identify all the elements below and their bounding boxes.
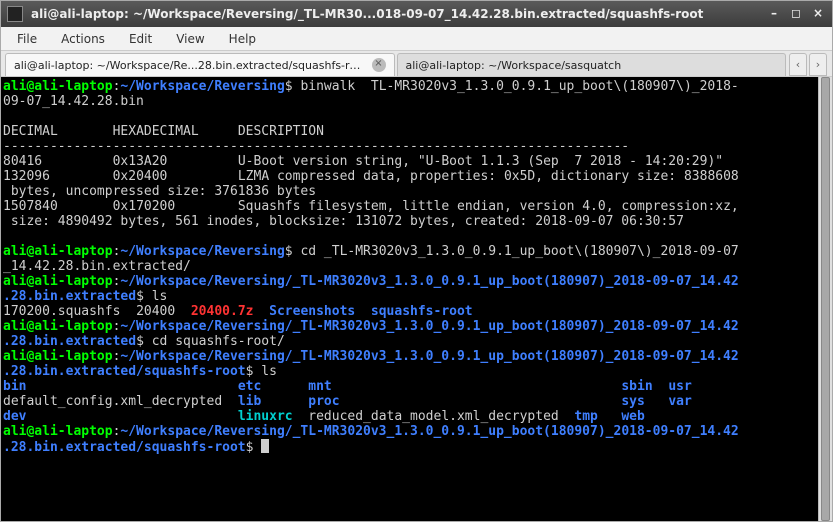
sq-bin: bin [3, 379, 26, 394]
ls-d1: Screenshots [269, 304, 355, 319]
r2-dec: 132096 [3, 169, 50, 184]
cmd-cd-sq: cd squashfs-root/ [152, 334, 285, 349]
hdr-dec: DECIMAL [3, 124, 58, 139]
prompt-user: ali@ali-laptop [3, 79, 113, 94]
menu-edit[interactable]: Edit [119, 30, 162, 48]
tabbar: ali@ali-laptop: ~/Workspace/Re...28.bin.… [1, 51, 832, 77]
r2-desc1: LZMA compressed data, properties: 0x5D, … [238, 169, 739, 184]
tab-scroll-right-icon[interactable]: › [809, 53, 827, 76]
r2-desc2: bytes, uncompressed size: 3761836 bytes [3, 184, 316, 199]
tab-0-label: ali@ali-laptop: ~/Workspace/Re...28.bin.… [14, 59, 366, 72]
sq-linuxrc: linuxrc [238, 409, 293, 424]
terminal-output[interactable]: ali@ali-laptop:~/Workspace/Reversing$ bi… [1, 77, 818, 521]
sq-etc: etc [238, 379, 261, 394]
window-title: ali@ali-laptop: ~/Workspace/Reversing/_T… [31, 7, 766, 21]
sq-var: var [668, 394, 691, 409]
menu-actions[interactable]: Actions [51, 30, 115, 48]
sq-lib: lib [238, 394, 261, 409]
cmd-binwalk: binwalk TL-MR3020v3_1.3.0_0.9.1_up_boot\… [300, 79, 738, 94]
tab-1-label: ali@ali-laptop: ~/Workspace/sasquatch [406, 59, 778, 72]
r1-desc: U-Boot version string, "U-Boot 1.1.3 (Se… [238, 154, 723, 169]
tab-0-close-icon[interactable]: × [372, 58, 386, 72]
app-icon [7, 6, 23, 22]
r3-desc1: Squashfs filesystem, little endian, vers… [238, 199, 739, 214]
cmd-ls2: ls [261, 364, 277, 379]
tab-1[interactable]: ali@ali-laptop: ~/Workspace/sasquatch [397, 53, 787, 76]
minimize-button[interactable]: – [766, 6, 782, 22]
sq-tmp: tmp [574, 409, 597, 424]
r3-dec: 1507840 [3, 199, 58, 214]
cmd-cd-ext2: _14.42.28.bin.extracted/ [3, 259, 191, 274]
ls-f3: 20400.7z [191, 304, 254, 319]
hdr-hex: HEXADECIMAL [113, 124, 199, 139]
r2-hex: 0x20400 [113, 169, 168, 184]
ls-f2: 20400 [136, 304, 175, 319]
terminal-pane: ali@ali-laptop:~/Workspace/Reversing$ bi… [1, 77, 832, 521]
cmd-cd-ext: cd _TL-MR3020v3_1.3.0_0.9.1_up_boot\(180… [300, 244, 738, 259]
r1-dec: 80416 [3, 154, 42, 169]
sq-dev: dev [3, 409, 26, 424]
tab-scroll-left-icon[interactable]: ‹ [789, 53, 807, 76]
cmd-ls: ls [152, 289, 168, 304]
sq-proc: proc [308, 394, 339, 409]
ls-f1: 170200.squashfs [3, 304, 120, 319]
sq-mnt: mnt [308, 379, 331, 394]
cursor [261, 439, 269, 453]
menu-view[interactable]: View [166, 30, 214, 48]
r3-hex: 0x170200 [113, 199, 176, 214]
hdr-desc: DESCRIPTION [238, 124, 324, 139]
prompt-path: ~/Workspace/Reversing [120, 79, 284, 94]
menu-help[interactable]: Help [219, 30, 266, 48]
scrollbar[interactable] [818, 77, 832, 521]
r1-hex: 0x13A20 [113, 154, 168, 169]
scrollbar-thumb[interactable] [821, 77, 830, 521]
sq-sbin: sbin [621, 379, 652, 394]
sq-sys: sys [621, 394, 644, 409]
sq-usr: usr [668, 379, 691, 394]
sq-defc: default_config.xml_decrypted [3, 394, 222, 409]
tab-0[interactable]: ali@ali-laptop: ~/Workspace/Re...28.bin.… [5, 53, 395, 76]
cmd-binwalk-cont: 09-07_14.42.28.bin [3, 94, 144, 109]
r3-desc2: size: 4890492 bytes, 561 inodes, blocksi… [3, 214, 684, 229]
sq-rdm: reduced_data_model.xml_decrypted [308, 409, 558, 424]
maximize-button[interactable]: ◻ [788, 6, 804, 22]
menubar: File Actions Edit View Help [1, 27, 832, 51]
ls-d2: squashfs-root [371, 304, 473, 319]
sq-web: web [621, 409, 644, 424]
menu-file[interactable]: File [7, 30, 47, 48]
terminal-window: ali@ali-laptop: ~/Workspace/Reversing/_T… [0, 0, 833, 522]
prompt-dollar: $ [285, 79, 293, 94]
window-controls: – ◻ × [766, 6, 826, 22]
titlebar: ali@ali-laptop: ~/Workspace/Reversing/_T… [1, 1, 832, 27]
close-button[interactable]: × [810, 6, 826, 22]
hdr-sep: ----------------------------------------… [3, 139, 629, 154]
